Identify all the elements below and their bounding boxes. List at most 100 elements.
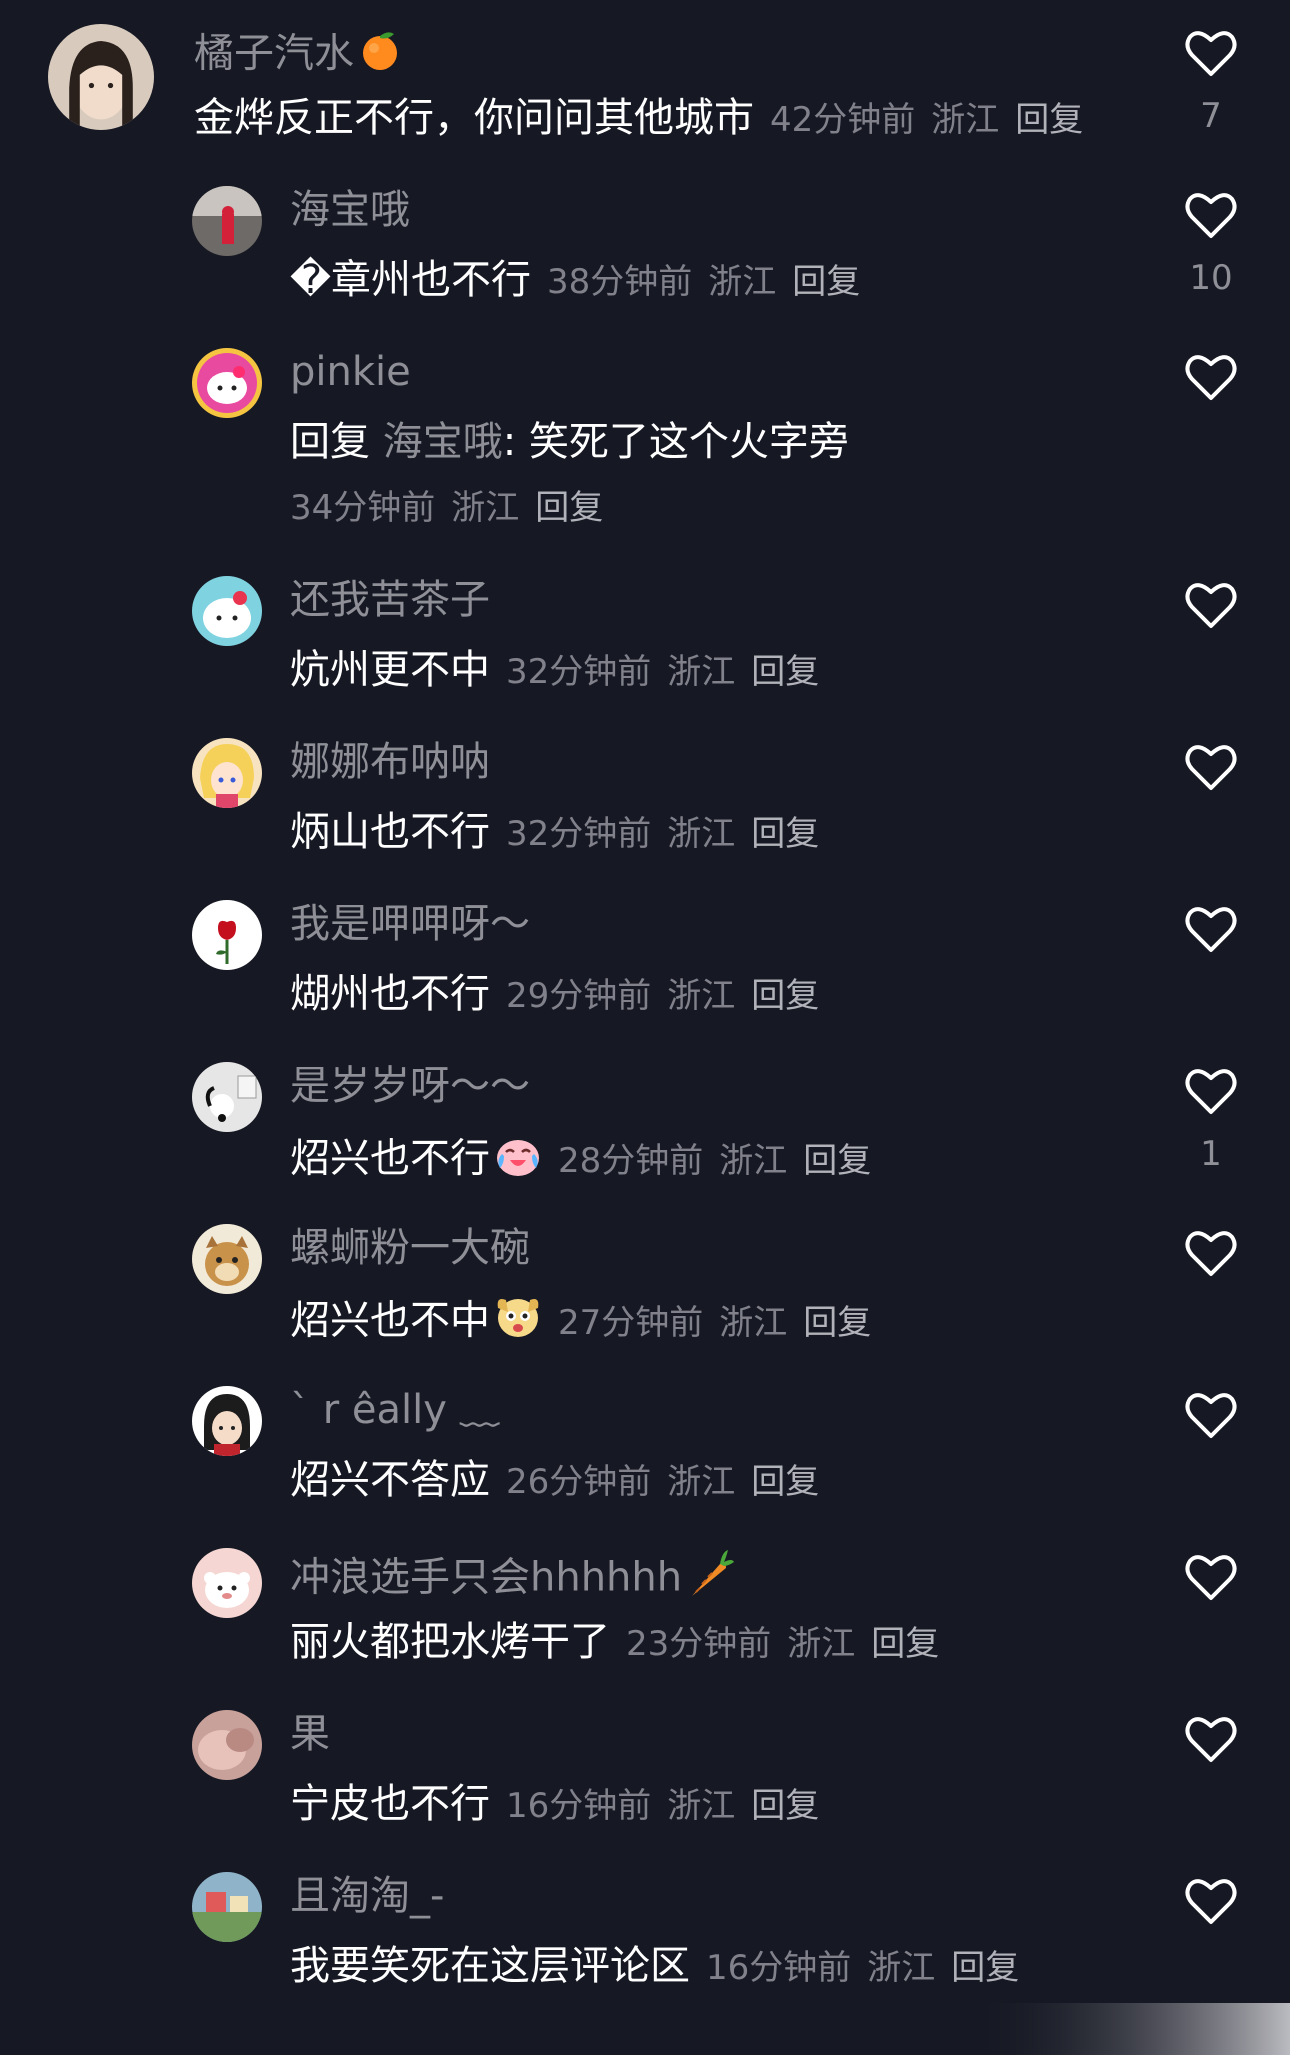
reply-prefix: 回复 [290, 419, 370, 465]
comment-meta: 16分钟前 浙江 回复 [506, 1786, 819, 1826]
avatar[interactable] [192, 1062, 262, 1132]
username[interactable]: 冲浪选手只会hhhhhh [290, 1548, 735, 1611]
comment-time: 16分钟前 [706, 1948, 852, 1988]
avatar[interactable] [192, 1548, 262, 1618]
comment-body: 炤兴也不行 28分钟前 浙江 回复 [290, 1130, 871, 1191]
comment-location: 浙江 [867, 1948, 936, 1988]
comment-text: : 笑死了这个火字旁 [502, 419, 849, 465]
comment-text: 炤兴也不行 [290, 1135, 490, 1182]
comment-meta: 28分钟前 浙江 回复 [558, 1141, 871, 1181]
reply-button[interactable]: 回复 [803, 1303, 871, 1343]
avatar[interactable] [192, 186, 262, 256]
avatar[interactable] [192, 1710, 262, 1780]
heart-icon[interactable] [1184, 352, 1238, 402]
heart-icon[interactable] [1184, 1876, 1238, 1926]
comment-text: �章州也不行 [290, 257, 532, 303]
comment-location: 浙江 [667, 1786, 736, 1826]
reply-button[interactable]: 回复 [751, 814, 819, 854]
reply-button[interactable]: 回复 [792, 262, 860, 302]
heart-icon[interactable] [1184, 742, 1238, 792]
comment-time: 38分钟前 [547, 262, 693, 302]
comment-meta: 27分钟前 浙江 回复 [558, 1303, 871, 1343]
username[interactable]: ` r êally ﹏ [290, 1386, 500, 1434]
reply-button[interactable]: 回复 [1015, 100, 1083, 140]
username[interactable]: 我是呷呷呀～ [290, 900, 530, 948]
carrot-emoji-icon [686, 1548, 735, 1611]
comment-time: 32分钟前 [506, 652, 652, 692]
heart-icon[interactable] [1184, 1390, 1238, 1440]
heart-icon[interactable] [1184, 1066, 1238, 1116]
comment-meta: 32分钟前 浙江 回复 [506, 814, 819, 854]
reply-button[interactable]: 回复 [871, 1624, 939, 1664]
reply-item: 螺蛳粉一大碗 炤兴也不中 27分钟前 浙江 回复 [0, 1200, 1290, 1362]
reply-button[interactable]: 回复 [751, 976, 819, 1016]
heart-icon[interactable] [1184, 1714, 1238, 1764]
heart-icon[interactable] [1184, 28, 1238, 78]
comment-meta: 23分钟前 浙江 回复 [626, 1624, 939, 1664]
reply-target-username[interactable]: 海宝哦 [383, 419, 503, 465]
comment-meta: 38分钟前 浙江 回复 [547, 262, 860, 302]
heart-icon[interactable] [1184, 580, 1238, 630]
reply-button[interactable]: 回复 [751, 652, 819, 692]
comment-body: 回复 海宝哦: 笑死了这个火字旁 [290, 416, 849, 468]
username[interactable]: pinkie [290, 348, 411, 396]
username[interactable]: 海宝哦 [290, 186, 410, 234]
comment-location: 浙江 [787, 1624, 856, 1664]
comment-meta: 34分钟前 浙江 回复 [290, 486, 603, 530]
reply-button[interactable]: 回复 [951, 1948, 1019, 1988]
comment-body: 炤兴也不中 27分钟前 浙江 回复 [290, 1292, 871, 1353]
username[interactable]: 还我苦茶子 [290, 576, 490, 624]
comment-meta: 29分钟前 浙江 回复 [506, 976, 819, 1016]
comment-body: 我要笑死在这层评论区 16分钟前 浙江 回复 [290, 1940, 1019, 1994]
comment-time: 29分钟前 [506, 976, 652, 1016]
username[interactable]: 橘子汽水 [194, 28, 402, 83]
username[interactable]: 螺蛳粉一大碗 [290, 1224, 530, 1272]
comment-body: 炤兴不答应 26分钟前 浙江 回复 [290, 1454, 819, 1508]
like-count: 7 [1200, 96, 1222, 136]
heart-icon[interactable] [1184, 904, 1238, 954]
comment-location: 浙江 [667, 652, 736, 692]
comment-time: 26分钟前 [506, 1462, 652, 1502]
avatar[interactable] [192, 348, 262, 418]
comment-text: 炳山也不行 [290, 809, 490, 855]
heart-icon[interactable] [1184, 1552, 1238, 1602]
reply-item: 娜娜布呐呐 炳山也不行 32分钟前 浙江 回复 [0, 714, 1290, 876]
avatar[interactable] [192, 1872, 262, 1942]
reply-button[interactable]: 回复 [751, 1786, 819, 1826]
avatar[interactable] [192, 1386, 262, 1456]
reply-item: 是岁岁呀～～ 炤兴也不行 28分钟前 浙江 回复 1 [0, 1038, 1290, 1200]
comment-location: 浙江 [667, 1462, 736, 1502]
comment-meta: 42分钟前 浙江 回复 [770, 100, 1083, 140]
comment-text: 炤兴不答应 [290, 1457, 490, 1503]
reply-button[interactable]: 回复 [751, 1462, 819, 1502]
like-count: 1 [1200, 1134, 1222, 1174]
avatar[interactable] [192, 738, 262, 808]
username[interactable]: 且淘淘_- [290, 1872, 444, 1920]
comment-location: 浙江 [931, 100, 1000, 140]
heart-icon[interactable] [1184, 1228, 1238, 1278]
orange-emoji-icon [358, 28, 402, 83]
username[interactable]: 果 [290, 1710, 330, 1758]
avatar[interactable] [48, 24, 154, 130]
comment-location: 浙江 [719, 1302, 788, 1343]
comment-time: 16分钟前 [506, 1786, 652, 1826]
comment-time: 23分钟前 [626, 1624, 772, 1664]
avatar[interactable] [192, 900, 262, 970]
reply-button[interactable]: 回复 [803, 1141, 871, 1181]
username-text[interactable]: 冲浪选手只会hhhhhh [290, 1555, 682, 1601]
avatar[interactable] [192, 1224, 262, 1294]
comment-body: �章州也不行 38分钟前 浙江 回复 [290, 254, 860, 308]
username[interactable]: 是岁岁呀～～ [290, 1062, 530, 1110]
heart-icon[interactable] [1184, 190, 1238, 240]
reply-button[interactable]: 回复 [535, 488, 603, 528]
comment-meta: 32分钟前 浙江 回复 [506, 652, 819, 692]
avatar[interactable] [192, 576, 262, 646]
username[interactable]: 娜娜布呐呐 [290, 738, 490, 786]
comment-time: 28分钟前 [558, 1140, 704, 1181]
comment-text: 炕州更不中 [290, 647, 490, 693]
comment-text: 炤兴也不中 [290, 1297, 490, 1344]
comment-location: 浙江 [719, 1140, 788, 1181]
username-text[interactable]: 橘子汽水 [194, 31, 354, 77]
comment-meta: 26分钟前 浙江 回复 [506, 1462, 819, 1502]
comment-text: 金烨反正不行，你问问其他城市 [194, 95, 754, 141]
